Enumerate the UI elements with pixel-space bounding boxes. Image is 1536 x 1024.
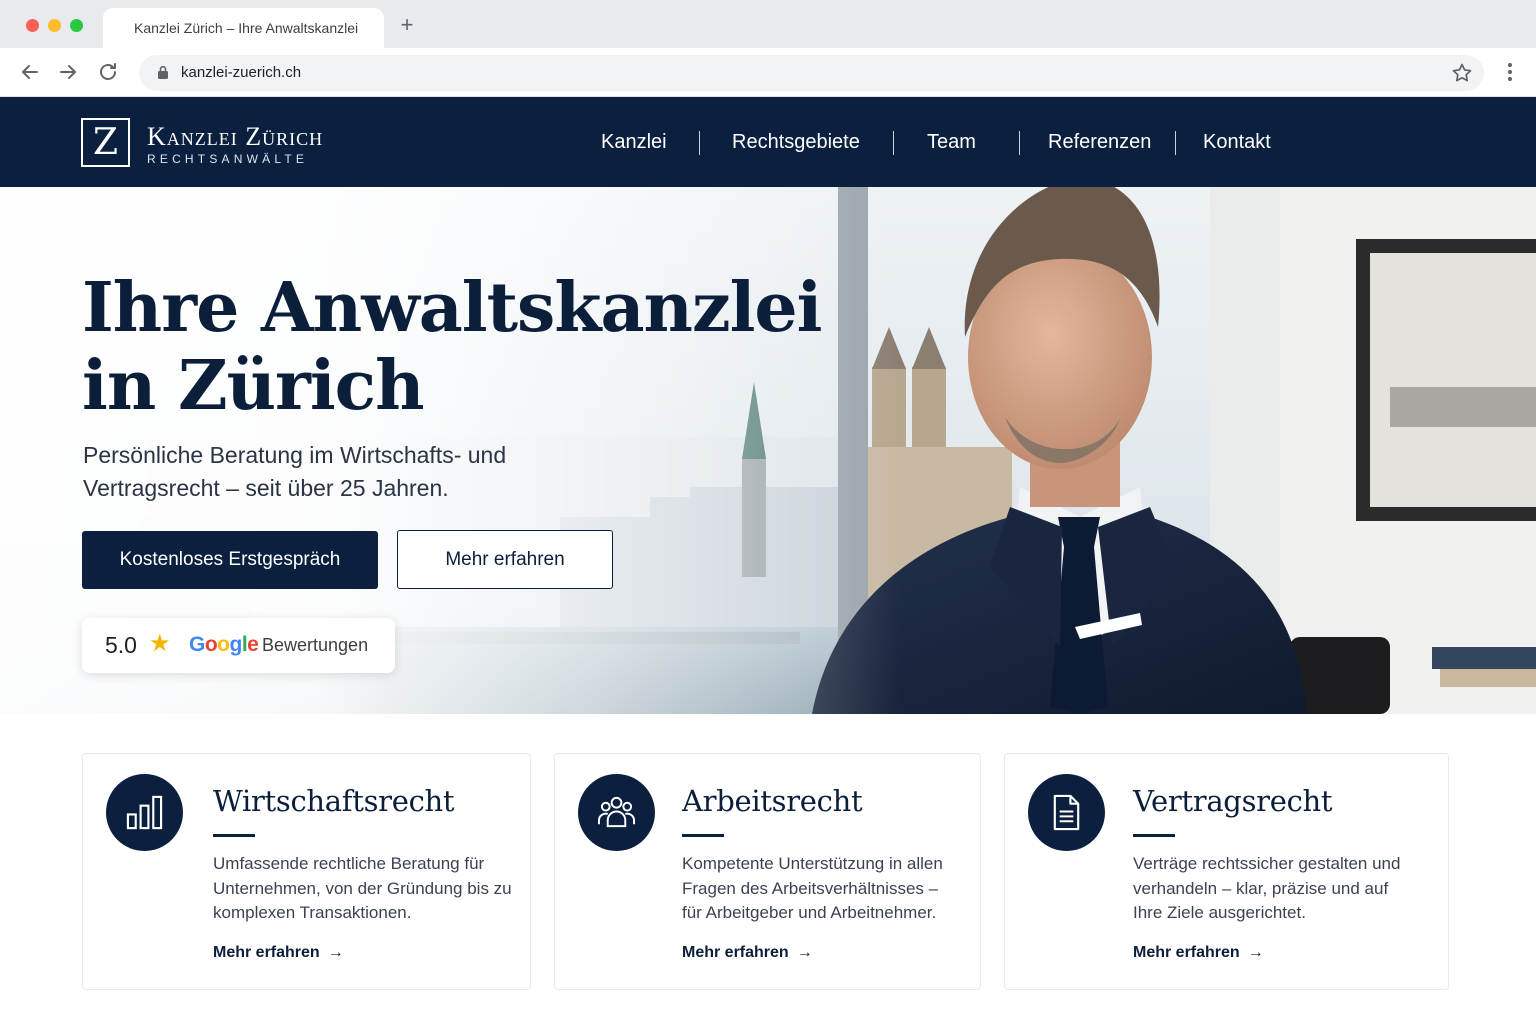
title-underline [682,834,724,837]
card-learn-more-link[interactable]: Mehr erfahren → [213,944,344,962]
hero-title-line: in Zürich [82,346,425,426]
hero-subtitle: Persönliche Beratung im Wirtschafts- und… [83,442,507,501]
address-bar[interactable]: kanzlei-zuerich.ch [139,55,1484,91]
back-arrow-icon[interactable] [18,60,42,84]
card-title: Vertragsrecht [1133,784,1333,818]
nav-item-team[interactable]: Team [927,131,976,154]
hero-title: Ihre Anwaltskanzlei in Zürich [82,269,822,425]
card-link-label: Mehr erfahren [682,944,789,961]
logo-mark[interactable]: Z [81,118,130,167]
hero-section: Ihre Anwaltskanzlei in Zürich Persönlich… [0,187,1536,714]
bar-chart-icon [106,774,183,851]
card-description: Verträge rechtssicher gestalten und verh… [1133,854,1401,922]
reload-icon[interactable] [96,60,120,84]
arrow-right-icon: → [796,944,813,961]
practice-card-arbeitsrecht[interactable]: Arbeitsrecht Kompetente Unterstützung in… [554,753,981,990]
logo-name[interactable]: Kanzlei Zürich [147,122,323,152]
logo-tagline: RECHTSANWÄLTE [147,152,309,166]
nav-item-kontakt[interactable]: Kontakt [1203,131,1271,154]
arrow-right-icon: → [1247,944,1264,961]
nav-item-rechtsgebiete[interactable]: Rechtsgebiete [732,131,860,154]
browser-toolbar: kanzlei-zuerich.ch [0,48,1536,97]
window-maximize-button[interactable] [70,19,83,32]
arrow-right-icon: → [327,944,344,961]
free-consultation-button[interactable]: Kostenloses Erstgespräch [82,531,378,589]
card-title: Arbeitsrecht [682,784,863,818]
people-group-icon [578,774,655,851]
window-close-button[interactable] [26,19,39,32]
practice-card-vertragsrecht[interactable]: Vertragsrecht Verträge rechtssicher gest… [1004,753,1449,990]
star-icon: ★ [149,630,171,657]
title-underline [213,834,255,837]
url-text: kanzlei-zuerich.ch [181,64,302,81]
card-learn-more-link[interactable]: Mehr erfahren → [1133,944,1264,962]
bookmark-star-icon[interactable] [1450,61,1474,85]
site-header: Z Kanzlei Zürich RECHTSANWÄLTE Kanzlei R… [0,97,1536,187]
card-description: Kompetente Unterstützung in allen Fragen… [682,854,943,922]
google-logo: Google [189,633,259,656]
lock-icon [158,65,168,79]
document-icon [1028,774,1105,851]
window-minimize-button[interactable] [48,19,61,32]
new-tab-plus-icon[interactable]: + [396,14,418,36]
browser-tabstrip: Kanzlei Zürich – Ihre Anwaltskanzlei + [0,0,1536,48]
logo-letter: Z [92,122,118,163]
browser-menu-icon[interactable] [1498,60,1522,84]
browser-tab-active[interactable]: Kanzlei Zürich – Ihre Anwaltskanzlei [103,8,384,48]
card-link-label: Mehr erfahren [1133,944,1240,961]
card-link-label: Mehr erfahren [213,944,320,961]
rating-label: Bewertungen [262,635,369,655]
tab-title: Kanzlei Zürich – Ihre Anwaltskanzlei [134,20,359,36]
nav-divider [699,131,700,155]
practice-card-wirtschaftsrecht[interactable]: Wirtschaftsrecht Umfassende rechtliche B… [82,753,531,990]
rating-score: 5.0 [105,632,137,658]
nav-item-referenzen[interactable]: Referenzen [1048,131,1151,154]
learn-more-button[interactable]: Mehr erfahren [397,530,613,589]
hero-title-line: Ihre Anwaltskanzlei [82,268,822,348]
nav-divider [1019,131,1020,155]
title-underline [1133,834,1175,837]
nav-item-kanzlei[interactable]: Kanzlei [601,131,667,154]
google-rating-badge[interactable]: 5.0 ★ Google Bewertungen [82,618,395,673]
nav-divider [893,131,894,155]
forward-arrow-icon[interactable] [56,60,80,84]
card-title: Wirtschaftsrecht [213,784,455,818]
nav-divider [1175,131,1176,155]
card-description: Umfassende rechtliche Beratung für Unter… [213,854,512,922]
card-learn-more-link[interactable]: Mehr erfahren → [682,944,813,962]
